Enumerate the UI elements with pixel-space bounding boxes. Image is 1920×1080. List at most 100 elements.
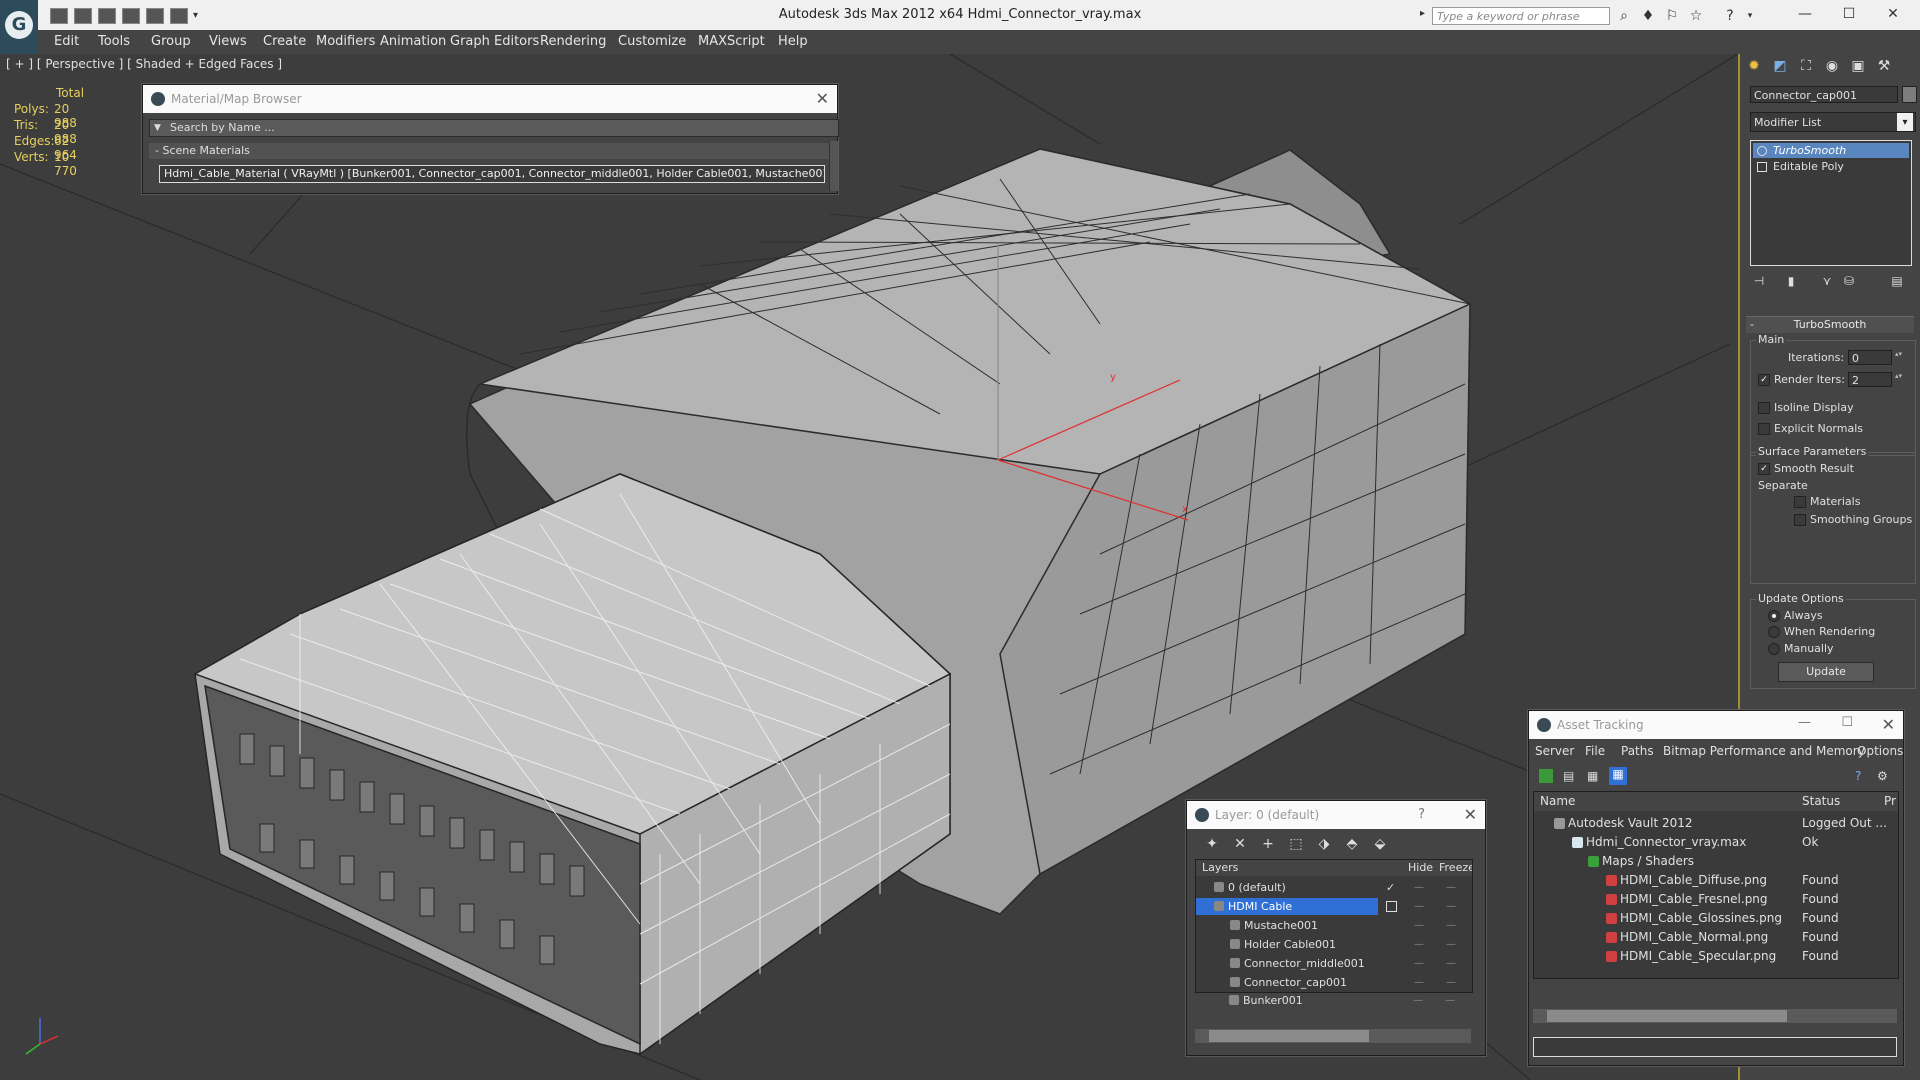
asset-path-field[interactable] [1533, 1037, 1897, 1057]
utilities-tab-icon[interactable]: ⚒ [1874, 58, 1894, 76]
collapse-minus-icon[interactable]: - [1750, 317, 1754, 333]
column-hide[interactable]: Hide [1408, 860, 1433, 876]
object-name-field[interactable]: Connector_cap001 [1750, 86, 1898, 103]
material-search-input[interactable]: ▼ Search by Name ... [149, 119, 839, 137]
hide-toggle[interactable]: — [1414, 935, 1424, 954]
scrollbar-thumb[interactable] [1209, 1030, 1369, 1042]
menu-modifiers[interactable]: Modifiers [316, 34, 375, 49]
close-icon[interactable]: ✕ [1464, 805, 1477, 824]
close-icon[interactable]: ✕ [1882, 715, 1895, 734]
freeze-toggle[interactable]: — [1445, 991, 1455, 1010]
menu-customize[interactable]: Customize [618, 34, 686, 49]
layer-object-row[interactable]: Mustache001 — — [1196, 916, 1472, 935]
create-tab-icon[interactable]: ✹ [1744, 58, 1764, 76]
asset-row[interactable]: HDMI_Cable_Specular.png Found [1534, 947, 1898, 966]
layer-dialog-titlebar[interactable]: Layer: 0 (default) ? ✕ [1187, 801, 1485, 829]
layer-row[interactable]: 0 (default) ✓ — — [1196, 878, 1472, 897]
search-expand-icon[interactable]: ▸ [1420, 8, 1430, 24]
menu-help[interactable]: Help [778, 34, 808, 49]
select-layer-icon[interactable]: ⬗ [1315, 835, 1333, 853]
hide-toggle[interactable]: — [1413, 991, 1423, 1010]
help-icon[interactable]: ? [1418, 807, 1425, 822]
menu-graph-editors[interactable]: Graph Editors [450, 34, 539, 49]
make-unique-icon[interactable]: ⋎ [1820, 274, 1834, 288]
modifier-enable-icon[interactable] [1757, 146, 1767, 156]
freeze-toggle[interactable]: — [1446, 878, 1456, 897]
render-iters-checkbox[interactable]: ✓ [1758, 374, 1770, 386]
asset-row[interactable]: HDMI_Cable_Glossines.png Found [1534, 909, 1898, 928]
separate-smoothing-groups-checkbox[interactable] [1794, 514, 1806, 526]
render-iters-spinner[interactable]: 2 [1848, 372, 1903, 387]
freeze-toggle[interactable]: — [1446, 897, 1456, 916]
add-to-layer-icon[interactable]: + [1259, 835, 1277, 853]
vault-settings-icon[interactable]: ⚙ [1877, 769, 1891, 783]
project-folder-icon[interactable] [170, 8, 188, 24]
menu-server[interactable]: Server [1535, 744, 1574, 758]
hide-toggle[interactable]: — [1414, 973, 1424, 992]
stack-item-editable-poly[interactable]: Editable Poly [1753, 159, 1909, 174]
column-name[interactable]: Name [1540, 792, 1575, 811]
maximize-window-icon[interactable]: ☐ [1834, 4, 1864, 24]
menu-options[interactable]: Options [1857, 744, 1903, 758]
asset-row[interactable]: Hdmi_Connector_vray.max Ok [1534, 833, 1898, 852]
close-window-icon[interactable]: ✕ [1878, 4, 1908, 24]
layer-object-row[interactable]: Connector_middle001 — — [1196, 954, 1472, 973]
remove-modifier-icon[interactable]: ⛁ [1842, 274, 1856, 288]
asset-row[interactable]: HDMI_Cable_Diffuse.png Found [1534, 871, 1898, 890]
select-objects-icon[interactable]: ⬚ [1287, 835, 1305, 853]
menu-file[interactable]: File [1585, 744, 1605, 758]
table-view-icon[interactable]: ▦ [1609, 767, 1627, 785]
binoculars-icon[interactable]: ⌕ [1616, 9, 1632, 23]
pin-stack-icon[interactable]: ⊣ [1752, 274, 1766, 288]
layer-row-selected[interactable]: HDMI Cable — — [1196, 897, 1472, 916]
asset-row[interactable]: Maps / Shaders [1534, 852, 1898, 871]
asset-tracking-titlebar[interactable]: Asset Tracking — ☐ ✕ [1529, 711, 1903, 739]
layer-object-row[interactable]: Connector_cap001 — — [1196, 973, 1472, 992]
search-options-dropdown-icon[interactable]: ▼ [154, 120, 161, 136]
hide-toggle[interactable]: — [1414, 916, 1424, 935]
hierarchy-tab-icon[interactable]: ⛶ [1796, 58, 1816, 76]
expand-plus-icon[interactable] [1757, 162, 1767, 172]
chevron-down-icon[interactable]: ▾ [1897, 113, 1913, 131]
hide-toggle[interactable]: — [1414, 878, 1424, 897]
column-freeze[interactable]: Freeze [1439, 860, 1472, 876]
create-layer-icon[interactable]: ✦ [1203, 835, 1221, 853]
scene-materials-group[interactable]: - Scene Materials [149, 143, 829, 159]
update-always-radio[interactable] [1768, 610, 1780, 622]
app-menu-button[interactable]: G [0, 0, 38, 58]
subscription-icon[interactable]: ♦ [1640, 9, 1656, 23]
configure-sets-icon[interactable]: ▤ [1890, 274, 1904, 288]
menu-views[interactable]: Views [209, 34, 247, 49]
material-entry[interactable]: Hdmi_Cable_Material ( VRayMtl ) [Bunker0… [159, 165, 825, 183]
new-file-icon[interactable] [98, 8, 116, 24]
layer-object-row[interactable]: Holder Cable001 — — [1196, 935, 1472, 954]
menu-rendering[interactable]: Rendering [540, 34, 606, 49]
maximize-icon[interactable]: ☐ [1841, 715, 1853, 730]
menu-edit[interactable]: Edit [54, 34, 79, 49]
column-layers[interactable]: Layers [1202, 860, 1238, 876]
set-current-layer-icon[interactable]: ⬘ [1343, 835, 1361, 853]
vault-help-icon[interactable]: ? [1855, 769, 1869, 783]
stack-item-turbosmooth[interactable]: TurboSmooth [1753, 143, 1909, 158]
object-color-swatch[interactable] [1902, 86, 1917, 103]
quick-access-dropdown-icon[interactable]: ▾ [193, 10, 198, 21]
fetch-icon[interactable] [146, 8, 164, 24]
refresh-icon[interactable] [1539, 769, 1553, 783]
open-file-icon[interactable] [50, 8, 68, 24]
turbosmooth-rollout-header[interactable]: - TurboSmooth [1746, 316, 1914, 333]
delete-layer-icon[interactable]: ✕ [1231, 835, 1249, 853]
modify-tab-icon[interactable]: ◩ [1770, 58, 1790, 76]
isoline-display-checkbox[interactable] [1758, 402, 1770, 414]
hide-all-layers-icon[interactable]: ⬙ [1371, 835, 1389, 853]
menu-tools[interactable]: Tools [98, 34, 130, 49]
separate-materials-checkbox[interactable] [1794, 496, 1806, 508]
current-layer-check-icon[interactable]: ✓ [1386, 878, 1395, 897]
column-status[interactable]: Status [1802, 792, 1840, 811]
list-view-icon[interactable]: ▤ [1563, 769, 1577, 783]
hold-icon[interactable] [122, 8, 140, 24]
tree-view-icon[interactable]: ▦ [1587, 769, 1601, 783]
update-manually-radio[interactable] [1768, 643, 1780, 655]
viewport-label-menu[interactable]: [ + ] [ Perspective ] [ Shaded + Edged F… [6, 57, 282, 71]
communication-icon[interactable]: ⚐ [1664, 9, 1680, 23]
material-browser-titlebar[interactable]: Material/Map Browser ✕ [143, 85, 837, 113]
